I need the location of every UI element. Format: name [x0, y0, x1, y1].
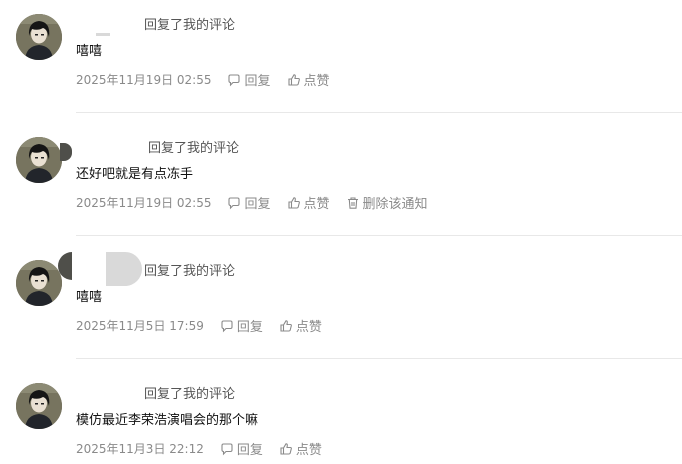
- comment-time: 2025年11月19日 02:55: [76, 73, 212, 87]
- notification-header: 回复了我的评论: [144, 264, 236, 279]
- comment-text: 还好吧就是有点冻手: [76, 167, 194, 182]
- redaction-mark: [96, 33, 110, 36]
- divider: [76, 235, 682, 236]
- thumbs-up-icon: [287, 73, 300, 86]
- comment-time: 2025年11月5日 17:59: [76, 319, 204, 333]
- reply-label: 回复: [236, 320, 263, 335]
- like-label: 点赞: [295, 320, 322, 335]
- avatar-image: [16, 14, 62, 60]
- like-button[interactable]: 点赞: [287, 70, 330, 89]
- avatar[interactable]: [16, 14, 62, 60]
- comment-meta: 2025年11月3日 22:12 回复 点赞: [76, 439, 338, 458]
- reply-label: 回复: [244, 74, 271, 89]
- like-button[interactable]: 点赞: [279, 439, 322, 458]
- delete-label: 删除该通知: [362, 197, 428, 212]
- like-label: 点赞: [303, 197, 330, 212]
- comment-icon: [228, 196, 241, 209]
- like-label: 点赞: [303, 74, 330, 89]
- reply-button[interactable]: 回复: [220, 316, 263, 335]
- comment-meta: 2025年11月5日 17:59 回复 点赞: [76, 316, 338, 335]
- avatar-image: [16, 260, 62, 306]
- comment-text: 模仿最近李荣浩演唱会的那个嘛: [76, 413, 259, 428]
- comment-icon: [228, 73, 241, 86]
- notification-header: 回复了我的评论: [144, 18, 236, 33]
- avatar[interactable]: [16, 260, 62, 306]
- divider: [76, 112, 682, 113]
- comment-item: 回复了我的评论 嘻嘻 2025年11月19日 02:55 回复 点赞: [0, 0, 682, 113]
- reply-button[interactable]: 回复: [227, 70, 271, 89]
- user-name-redacted: [76, 379, 136, 405]
- notification-list: 回复了我的评论 嘻嘻 2025年11月19日 02:55 回复 点赞 回复了我的…: [0, 0, 682, 464]
- user-name-redacted: [76, 254, 106, 280]
- thumbs-up-icon: [280, 319, 292, 332]
- divider: [76, 358, 682, 359]
- trash-icon: [347, 196, 358, 209]
- avatar-image: [16, 383, 62, 429]
- delete-notification-button[interactable]: 删除该通知: [346, 193, 428, 212]
- reply-label: 回复: [244, 197, 271, 212]
- redaction-mark: [60, 143, 72, 161]
- comment-icon: [221, 442, 233, 455]
- avatar[interactable]: [16, 383, 62, 429]
- avatar-image: [16, 137, 62, 183]
- comment-item: 回复了我的评论 嘻嘻 2025年11月5日 17:59 回复 点赞: [0, 246, 682, 359]
- reply-button[interactable]: 回复: [227, 193, 271, 212]
- like-button[interactable]: 点赞: [287, 193, 330, 212]
- user-name-redacted: [76, 133, 148, 159]
- comment-text: 嘻嘻: [76, 44, 103, 59]
- comment-text: 嘻嘻: [76, 290, 103, 305]
- comment-icon: [221, 319, 233, 332]
- thumbs-up-icon: [287, 196, 300, 209]
- reply-button[interactable]: 回复: [220, 439, 263, 458]
- avatar[interactable]: [16, 137, 62, 183]
- comment-time: 2025年11月3日 22:12: [76, 442, 204, 456]
- notification-header: 回复了我的评论: [148, 141, 240, 156]
- comment-item: 回复了我的评论 还好吧就是有点冻手 2025年11月19日 02:55 回复 点…: [0, 123, 682, 236]
- comment-meta: 2025年11月19日 02:55 回复 点赞 删除该通知: [76, 193, 444, 212]
- comment-time: 2025年11月19日 02:55: [76, 196, 212, 210]
- like-button[interactable]: 点赞: [279, 316, 322, 335]
- notification-header: 回复了我的评论: [144, 387, 236, 402]
- redaction-mark: [106, 252, 142, 286]
- like-label: 点赞: [295, 443, 322, 458]
- thumbs-up-icon: [280, 442, 292, 455]
- comment-meta: 2025年11月19日 02:55 回复 点赞: [76, 70, 346, 89]
- comment-item: 回复了我的评论 模仿最近李荣浩演唱会的那个嘛 2025年11月3日 22:12 …: [0, 369, 682, 464]
- reply-label: 回复: [236, 443, 263, 458]
